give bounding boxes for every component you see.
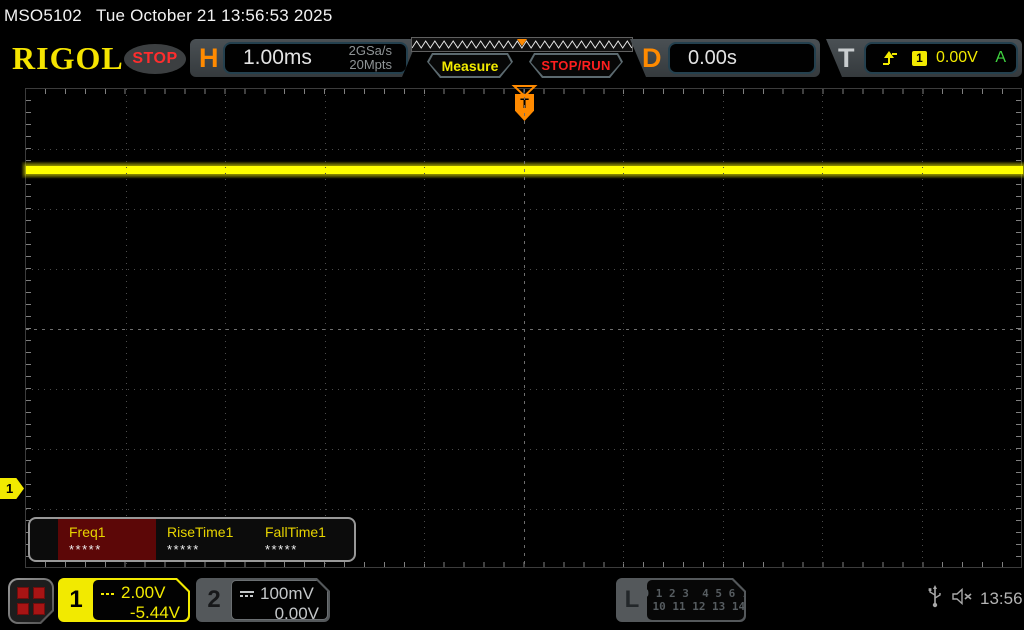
menu-square — [33, 587, 45, 599]
grid-vline — [424, 89, 425, 567]
grid-vline — [324, 89, 326, 567]
logic-label: L — [624, 586, 640, 613]
clock-text: 13:56 — [980, 589, 1023, 608]
memory-depth: 20Mpts — [349, 57, 392, 72]
trigger-label: T — [838, 43, 855, 73]
channel1-badge[interactable]: 1 2.00V -5.44V — [58, 578, 190, 622]
rigol-logo: RIGOL — [12, 40, 124, 76]
trigger-source-badge: 1 — [912, 50, 927, 66]
channel2-scale: 100mV — [260, 584, 314, 603]
stop-run-button[interactable]: STOP/RUN — [529, 53, 623, 78]
trigger-settings[interactable]: T 1 0.00V A — [826, 39, 1022, 77]
grid-hline — [26, 149, 1021, 150]
grid-vline — [921, 89, 923, 567]
grid-vline — [623, 89, 624, 567]
measure-button[interactable]: Measure — [427, 53, 513, 78]
channel1-number: 1 — [69, 586, 83, 613]
measurement-risetime1[interactable]: RiseTime1 ***** — [156, 519, 254, 560]
measure-button-label: Measure — [441, 57, 499, 74]
speaker-muted-icon[interactable] — [952, 588, 974, 605]
horizontal-label: H — [199, 43, 219, 73]
app-grid-icon[interactable] — [8, 578, 54, 624]
delay-value: 0.00s — [688, 46, 737, 69]
sample-rate: 2GSa/s — [348, 43, 392, 58]
model-name: MSO5102 — [4, 6, 82, 25]
horizontal-settings[interactable]: H 1.00ms 2GSa/s 20Mpts — [190, 39, 418, 77]
menu-square — [33, 603, 45, 615]
graticule-ticks-right — [1016, 89, 1021, 567]
waveform-overview-strip[interactable] — [411, 37, 633, 52]
usb-icon — [928, 585, 941, 608]
run-status-text: STOP — [132, 50, 178, 67]
channel2-values: 100mV 0.00V — [231, 580, 328, 620]
timebase-value: 1.00ms — [243, 46, 312, 69]
measurement-panel-handle[interactable] — [30, 519, 58, 560]
titlebar: MSO5102 Tue October 21 13:56:53 2025 — [4, 6, 332, 26]
grid-hline — [26, 509, 1021, 510]
grid-hline — [26, 389, 1021, 390]
measurement-freq1[interactable]: Freq1 ***** — [58, 519, 156, 560]
measurement-label: FallTime1 — [265, 524, 326, 540]
acquisition-info: 2GSa/s 20Mpts — [349, 44, 392, 72]
logic-channels-badge[interactable]: L 0 1 2 3 4 5 6 7 8 9 10 11 12 13 14 15 — [616, 578, 746, 622]
timebase-box[interactable]: 1.00ms 2GSa/s 20Mpts — [223, 42, 408, 74]
grid-hline — [26, 449, 1021, 450]
measurement-falltime1[interactable]: FallTime1 ***** — [254, 519, 352, 560]
measurement-panel[interactable]: Freq1 ***** RiseTime1 ***** FallTime1 **… — [28, 517, 356, 562]
grid-hline — [26, 209, 1021, 210]
dc-coupling-icon — [101, 591, 115, 595]
grid-center-vline — [523, 89, 525, 567]
menu-square — [17, 603, 29, 615]
stop-run-button-label: STOP/RUN — [541, 58, 611, 73]
grid-center-hline — [26, 329, 1021, 330]
logic-channel-list: 0 1 2 3 4 5 6 7 8 9 10 11 12 13 14 15 — [647, 580, 744, 620]
run-status-badge: STOP — [124, 44, 186, 74]
channel1-ground-marker[interactable]: 1 — [0, 478, 24, 499]
measurement-label: RiseTime1 — [167, 524, 234, 540]
measurement-value: ***** — [265, 542, 298, 557]
delay-label: D — [642, 43, 662, 73]
rising-edge-icon — [883, 50, 897, 65]
graticule[interactable]: T — [25, 85, 1023, 568]
delay-settings[interactable]: D 0.00s — [630, 39, 820, 77]
channel1-scale: 2.00V — [121, 583, 166, 602]
grid-vline — [225, 89, 226, 567]
measurement-value: ***** — [69, 542, 102, 557]
measurement-label: Freq1 — [69, 524, 106, 540]
channel2-offset: 0.00V — [274, 604, 319, 623]
delay-box[interactable]: 0.00s — [668, 42, 816, 74]
overview-trigger-position-icon — [517, 39, 527, 46]
trigger-box[interactable]: 1 0.00V A — [864, 42, 1018, 74]
channel2-number: 2 — [207, 586, 221, 613]
channel1-values: 2.00V -5.44V — [93, 580, 188, 620]
trigger-sweep-mode: A — [995, 49, 1006, 66]
datetime-text: Tue October 21 13:56:53 2025 — [95, 6, 333, 25]
logic-row-0-7: 0 1 2 3 4 5 6 7 — [642, 587, 749, 600]
channel1-trace — [26, 166, 1023, 174]
oscilloscope-screen: MSO5102 Tue October 21 13:56:53 2025 RIGO… — [0, 0, 1024, 630]
grid-vline — [125, 89, 127, 567]
trigger-marker[interactable]: T — [515, 94, 534, 121]
measurement-value: ***** — [167, 542, 200, 557]
grid-hline — [26, 269, 1021, 270]
dc-coupling-icon — [240, 591, 254, 597]
channel2-badge[interactable]: 2 100mV 0.00V — [196, 578, 330, 622]
grid-vline — [722, 89, 724, 567]
graticule-ticks-left — [26, 89, 31, 567]
grid-vline — [822, 89, 823, 567]
menu-square — [17, 587, 29, 599]
channel1-offset: -5.44V — [129, 603, 180, 622]
trigger-level-value: 0.00V — [936, 49, 978, 66]
